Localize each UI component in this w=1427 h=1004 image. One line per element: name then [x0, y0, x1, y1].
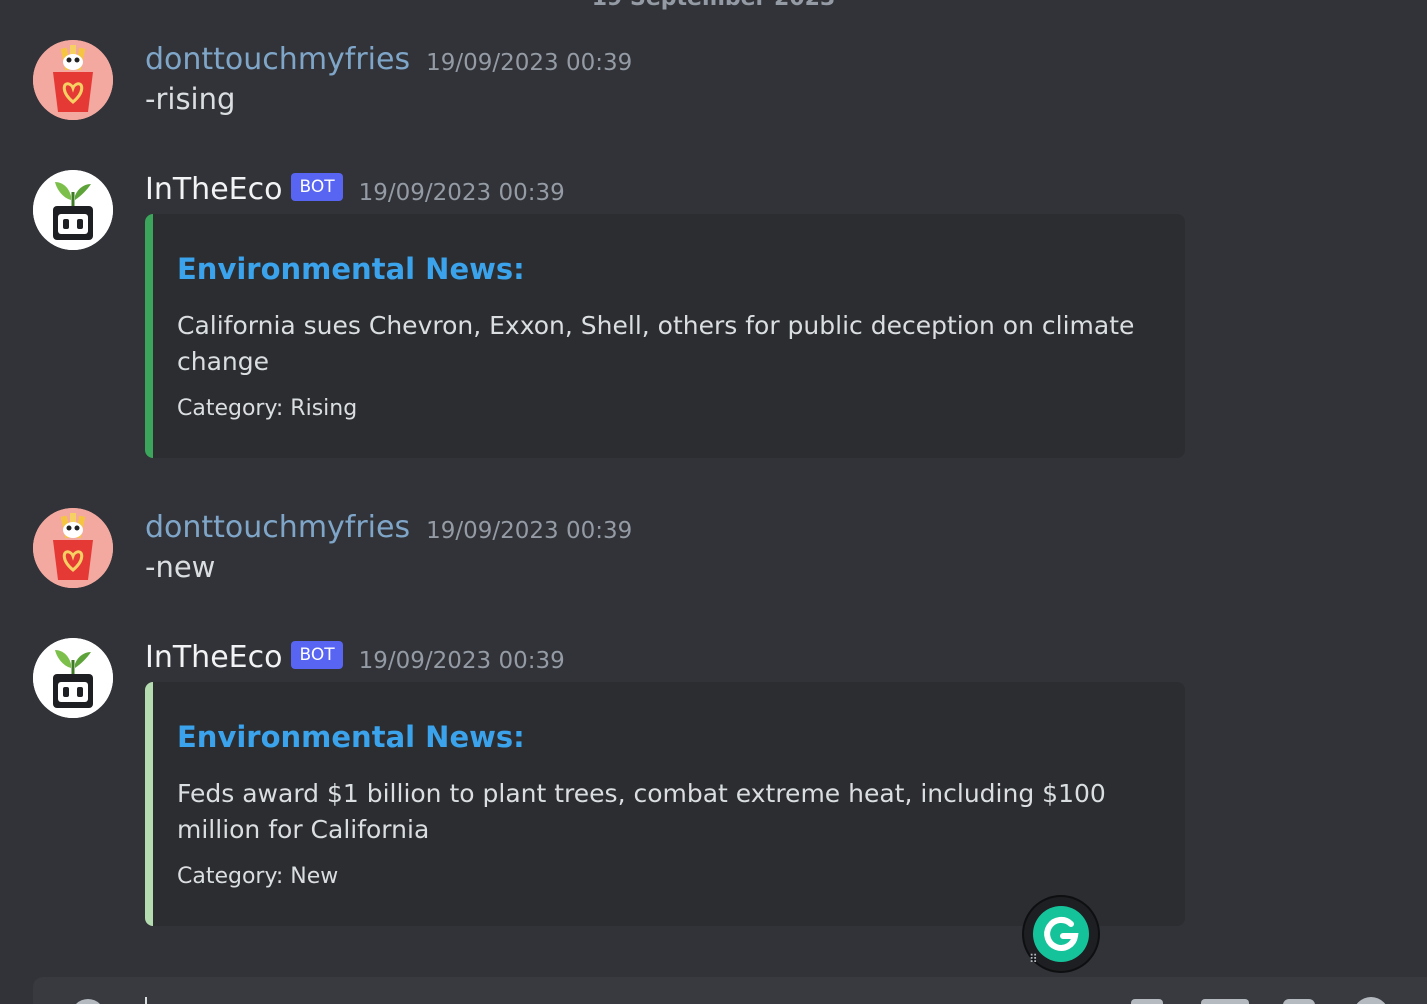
embed-color-bar — [145, 682, 153, 926]
author-name[interactable]: donttouchmyfries — [145, 508, 410, 548]
grammarly-button[interactable]: ⠿ — [1024, 897, 1098, 971]
avatar[interactable] — [33, 170, 113, 250]
embed-category: Category: New — [177, 864, 339, 889]
message-header: InTheEco BOT 19/09/2023 00:39 — [145, 170, 565, 210]
add-attachment-icon[interactable] — [71, 999, 105, 1004]
text-caret — [145, 997, 147, 1004]
date-divider: 19 September 2023 — [0, 0, 1427, 11]
embed-title: Environmental News: — [177, 252, 525, 286]
author-name[interactable]: InTheEco — [145, 170, 282, 210]
avatar[interactable] — [33, 508, 113, 588]
timestamp: 19/09/2023 00:39 — [426, 518, 633, 544]
robot-sprout-icon — [33, 638, 113, 718]
news-embed: Environmental News: Feds award $1 billio… — [145, 682, 1185, 926]
sticker-icon[interactable] — [1283, 999, 1315, 1004]
message-header: donttouchmyfries 19/09/2023 00:39 — [145, 40, 632, 80]
gif-icon[interactable] — [1201, 999, 1249, 1004]
emoji-icon[interactable] — [1353, 997, 1389, 1004]
drag-handle-icon[interactable]: ⠿ — [1029, 953, 1038, 965]
avatar[interactable] — [33, 638, 113, 718]
timestamp: 19/09/2023 00:39 — [426, 50, 633, 76]
gift-icon[interactable] — [1131, 999, 1163, 1004]
chat-view: 19 September 2023 donttouchmyfries 19/09… — [0, 0, 1427, 1004]
grammarly-icon — [1033, 906, 1089, 962]
fries-icon — [33, 508, 113, 588]
message-header: InTheEco BOT 19/09/2023 00:39 — [145, 638, 565, 678]
embed-color-bar — [145, 214, 153, 458]
message-text: -new — [145, 550, 216, 584]
news-embed: Environmental News: California sues Chev… — [145, 214, 1185, 458]
timestamp: 19/09/2023 00:39 — [358, 648, 565, 674]
embed-description: Feds award $1 billion to plant trees, co… — [177, 779, 1106, 844]
fries-icon — [33, 40, 113, 120]
message-text: -rising — [145, 82, 236, 116]
avatar[interactable] — [33, 40, 113, 120]
embed-title: Environmental News: — [177, 720, 525, 754]
message-input[interactable] — [33, 977, 1427, 1004]
embed-category: Category: Rising — [177, 396, 358, 421]
embed-description: California sues Chevron, Exxon, Shell, o… — [177, 311, 1135, 376]
message-header: donttouchmyfries 19/09/2023 00:39 — [145, 508, 632, 548]
bot-badge: BOT — [291, 173, 343, 201]
robot-sprout-icon — [33, 170, 113, 250]
bot-badge: BOT — [291, 641, 343, 669]
timestamp: 19/09/2023 00:39 — [358, 180, 565, 206]
author-name[interactable]: InTheEco — [145, 638, 282, 678]
author-name[interactable]: donttouchmyfries — [145, 40, 410, 80]
